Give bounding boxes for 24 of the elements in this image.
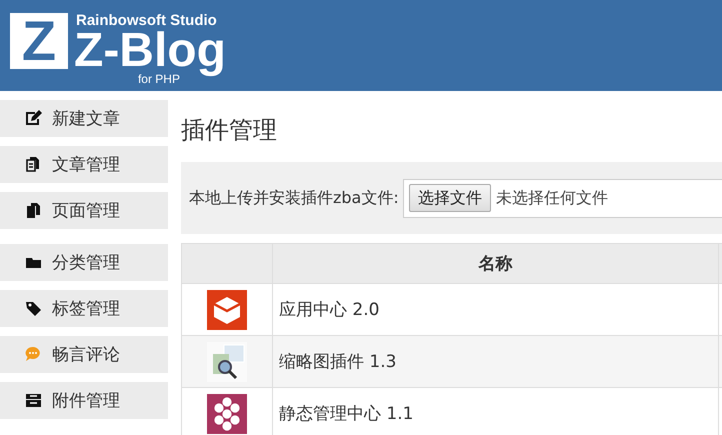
logo-letter: Z bbox=[10, 13, 68, 69]
sidebar-item[interactable]: 标签管理 bbox=[0, 290, 168, 327]
box-icon bbox=[207, 290, 247, 330]
file-status: 未选择任何文件 bbox=[496, 188, 608, 208]
chat-icon bbox=[25, 346, 42, 363]
page-title: 插件管理 bbox=[181, 115, 278, 145]
edit-icon bbox=[25, 110, 42, 127]
tag-icon bbox=[25, 300, 42, 317]
archive-icon bbox=[25, 392, 42, 409]
file-input[interactable]: 选择文件 未选择任何文件 bbox=[402, 178, 722, 218]
sidebar-item[interactable]: 附件管理 bbox=[0, 382, 168, 419]
sidebar-item[interactable]: 畅言评论 bbox=[0, 336, 168, 373]
choose-file-button[interactable]: 选择文件 bbox=[408, 184, 491, 212]
upload-label: 本地上传并安装插件zba文件: bbox=[189, 188, 399, 208]
sidebar-item[interactable]: 分类管理 bbox=[0, 244, 168, 281]
sidebar-item[interactable]: 文章管理 bbox=[0, 146, 168, 183]
studio-name: Rainbowsoft Studio bbox=[76, 13, 218, 29]
edition-label: for PHP bbox=[138, 73, 180, 86]
column-header: 名称 bbox=[272, 244, 718, 284]
plugin-name: 缩略图插件 1.3 bbox=[272, 336, 718, 388]
documents-icon bbox=[25, 156, 42, 173]
page-icon bbox=[25, 202, 42, 219]
sidebar-item[interactable]: 页面管理 bbox=[0, 192, 168, 229]
sidebar-item[interactable]: 新建文章 bbox=[0, 100, 168, 137]
